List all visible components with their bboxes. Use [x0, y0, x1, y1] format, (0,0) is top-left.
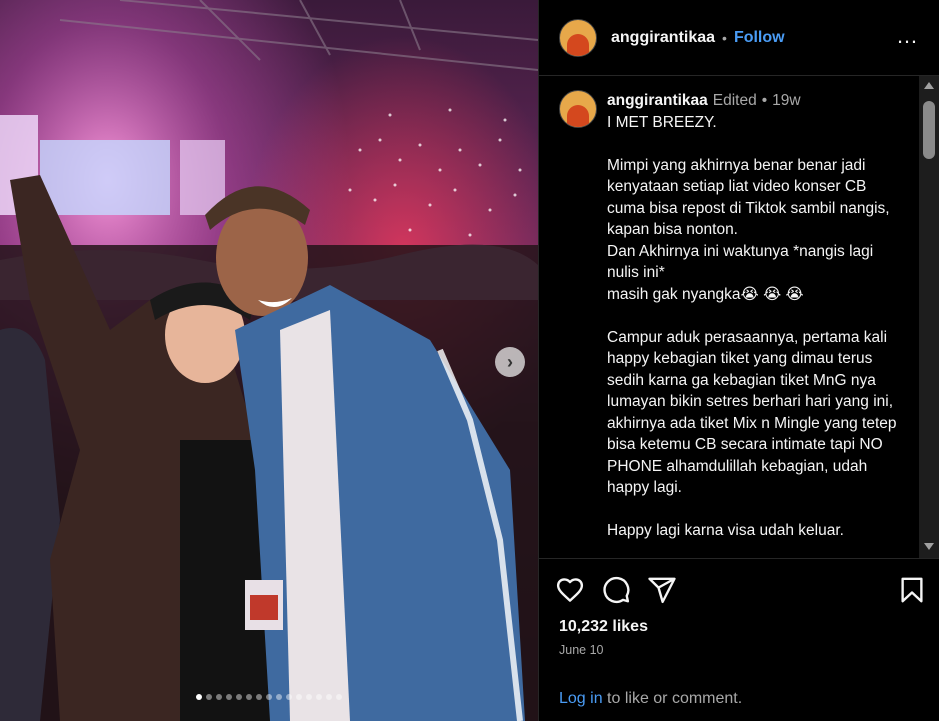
carousel-dot [226, 694, 232, 700]
post-header: anggirantikaa • Follow … [539, 0, 939, 76]
follow-button[interactable]: Follow [734, 29, 785, 47]
share-icon[interactable] [647, 575, 677, 605]
chevron-right-icon: › [507, 351, 513, 372]
carousel-dot [216, 694, 222, 700]
carousel-dot [316, 694, 322, 700]
caption-body: anggirantikaa Edited • 19w I MET BREEZY.… [607, 90, 907, 542]
post-footer: 10,232 likes June 10 Log in to like or c… [539, 558, 939, 721]
caption-meta: anggirantikaa Edited • 19w [607, 90, 907, 112]
scroll-down-arrow[interactable] [924, 543, 934, 550]
heart-icon[interactable] [555, 575, 585, 605]
carousel-dot [326, 694, 332, 700]
carousel-dot [206, 694, 212, 700]
scrollbar-thumb[interactable] [923, 101, 935, 159]
comment-icon[interactable] [601, 575, 631, 605]
carousel-dot [296, 694, 302, 700]
scroll-up-arrow[interactable] [924, 82, 934, 89]
separator-dot: • [722, 29, 727, 46]
caption-separator: • [761, 92, 768, 109]
more-icon[interactable]: … [896, 25, 919, 47]
action-bar [555, 575, 923, 607]
login-prompt-text: to like or comment. [602, 690, 743, 707]
carousel-dot [286, 694, 292, 700]
caption-scrollbar[interactable] [919, 76, 939, 558]
post-side-panel: anggirantikaa • Follow … anggirantikaa E… [538, 0, 939, 721]
carousel-dot [306, 694, 312, 700]
avatar[interactable] [559, 18, 597, 57]
carousel-dot [236, 694, 242, 700]
caption-text: I MET BREEZY. Mimpi yang akhirnya benar … [607, 113, 897, 540]
login-prompt: Log in to like or comment. [559, 690, 742, 708]
login-link[interactable]: Log in [559, 690, 603, 707]
caption-comment: anggirantikaa Edited • 19w I MET BREEZY.… [539, 76, 920, 542]
carousel-dot [276, 694, 282, 700]
bookmark-icon[interactable] [897, 575, 927, 605]
likes-count[interactable]: 10,232 likes [559, 618, 648, 636]
concert-photo [0, 0, 538, 721]
carousel-dot [336, 694, 342, 700]
carousel-dot [266, 694, 272, 700]
edited-label: Edited [712, 92, 757, 109]
post-age[interactable]: 19w [772, 90, 800, 112]
caption-username-link[interactable]: anggirantikaa [607, 90, 708, 112]
carousel-dot [256, 694, 262, 700]
post-container: › anggirantikaa • Follow … anggirantikaa… [0, 0, 939, 721]
caption-avatar[interactable] [559, 90, 597, 128]
post-photo[interactable]: › [0, 0, 538, 721]
carousel-dot [196, 694, 202, 700]
carousel-indicators [0, 694, 538, 700]
next-image-button[interactable]: › [495, 347, 525, 377]
caption-scroll-area[interactable]: anggirantikaa Edited • 19w I MET BREEZY.… [539, 76, 920, 558]
username-link[interactable]: anggirantikaa [611, 29, 715, 47]
carousel-dot [246, 694, 252, 700]
post-date[interactable]: June 10 [559, 643, 603, 657]
